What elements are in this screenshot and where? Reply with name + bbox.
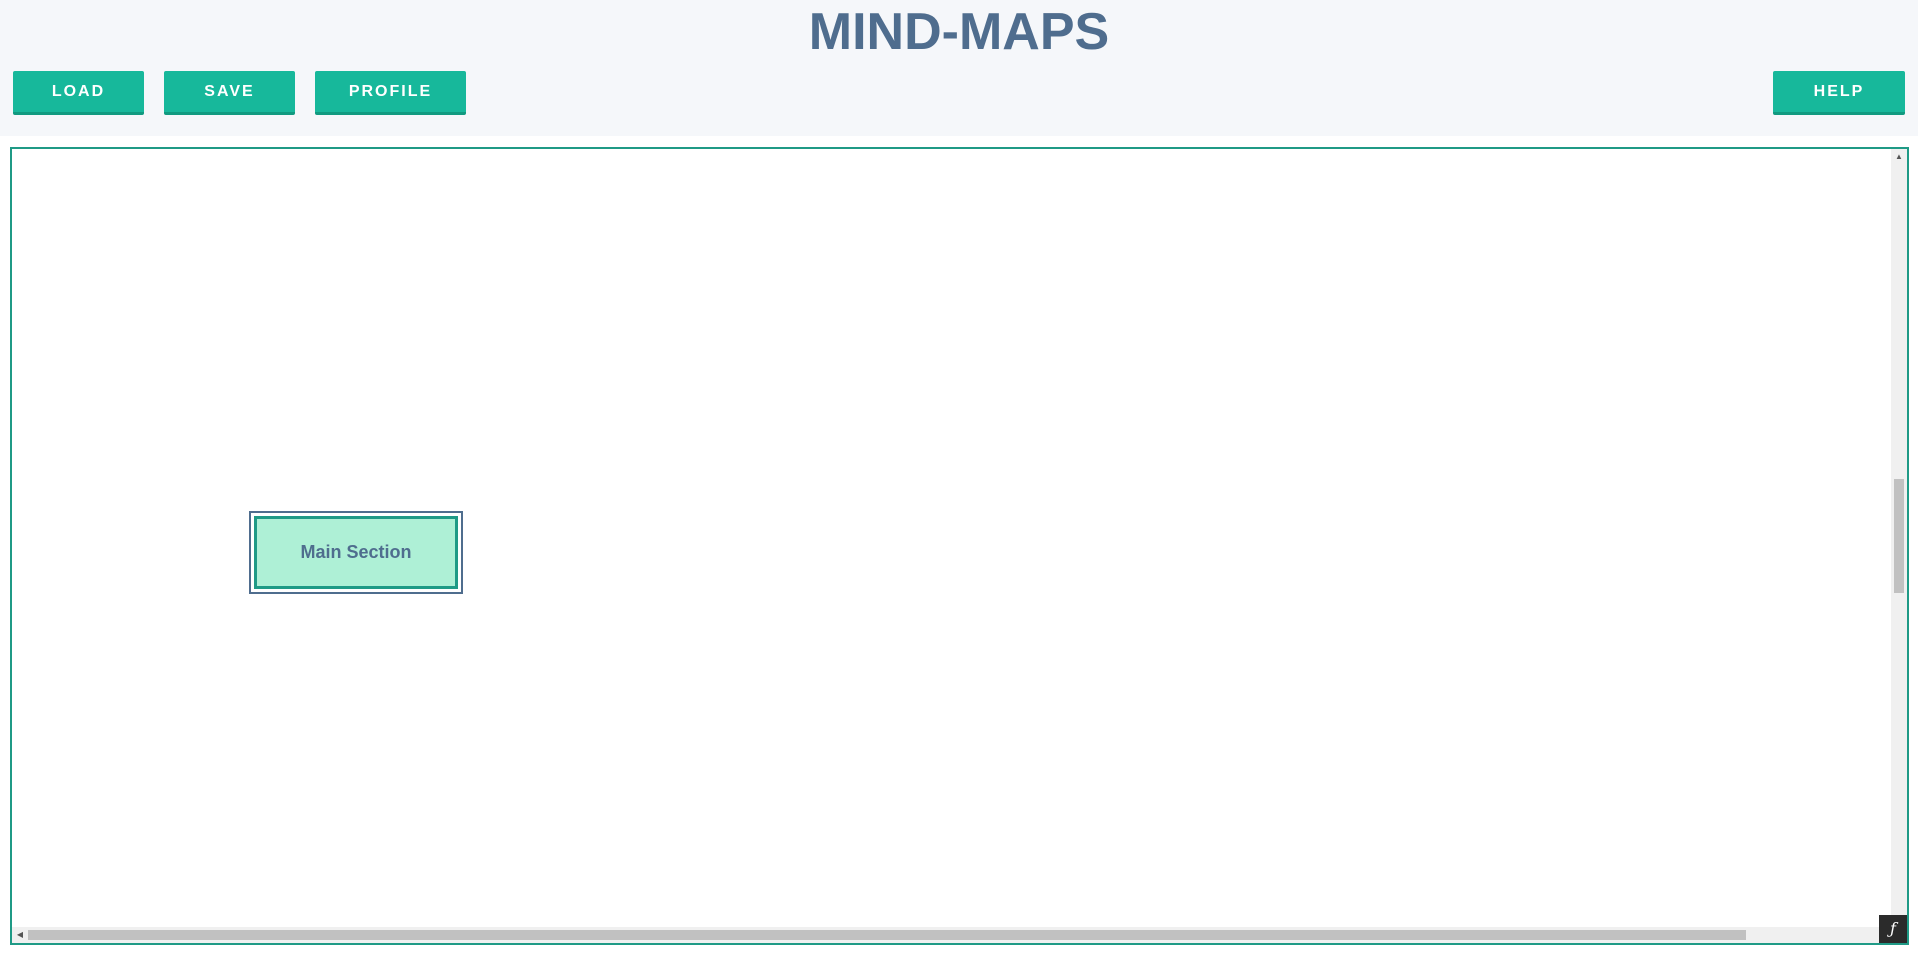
horizontal-scroll-thumb[interactable]: [28, 930, 1746, 940]
corner-badge-icon[interactable]: ƒ: [1879, 915, 1907, 943]
scroll-up-icon[interactable]: ▲: [1891, 149, 1907, 165]
app-title: MIND-MAPS: [808, 3, 1110, 61]
horizontal-scrollbar[interactable]: ◀ ▶: [12, 927, 1891, 943]
profile-button[interactable]: PROFILE: [315, 71, 466, 115]
load-button[interactable]: LOAD: [13, 71, 144, 115]
save-button[interactable]: SAVE: [164, 71, 295, 115]
mindmap-node-main-section[interactable]: Main Section: [249, 511, 463, 594]
header-bar: MIND-MAPS LOAD SAVE PROFILE HELP: [0, 0, 1918, 136]
vertical-scroll-thumb[interactable]: [1894, 479, 1904, 593]
scroll-left-icon[interactable]: ◀: [12, 927, 28, 943]
mindmap-node-label[interactable]: Main Section: [254, 516, 458, 589]
mindmap-canvas[interactable]: Main Section ▲ ▼ ◀ ▶ ƒ: [10, 147, 1909, 945]
vertical-scrollbar[interactable]: ▲ ▼: [1891, 149, 1907, 927]
help-button[interactable]: HELP: [1773, 71, 1905, 115]
